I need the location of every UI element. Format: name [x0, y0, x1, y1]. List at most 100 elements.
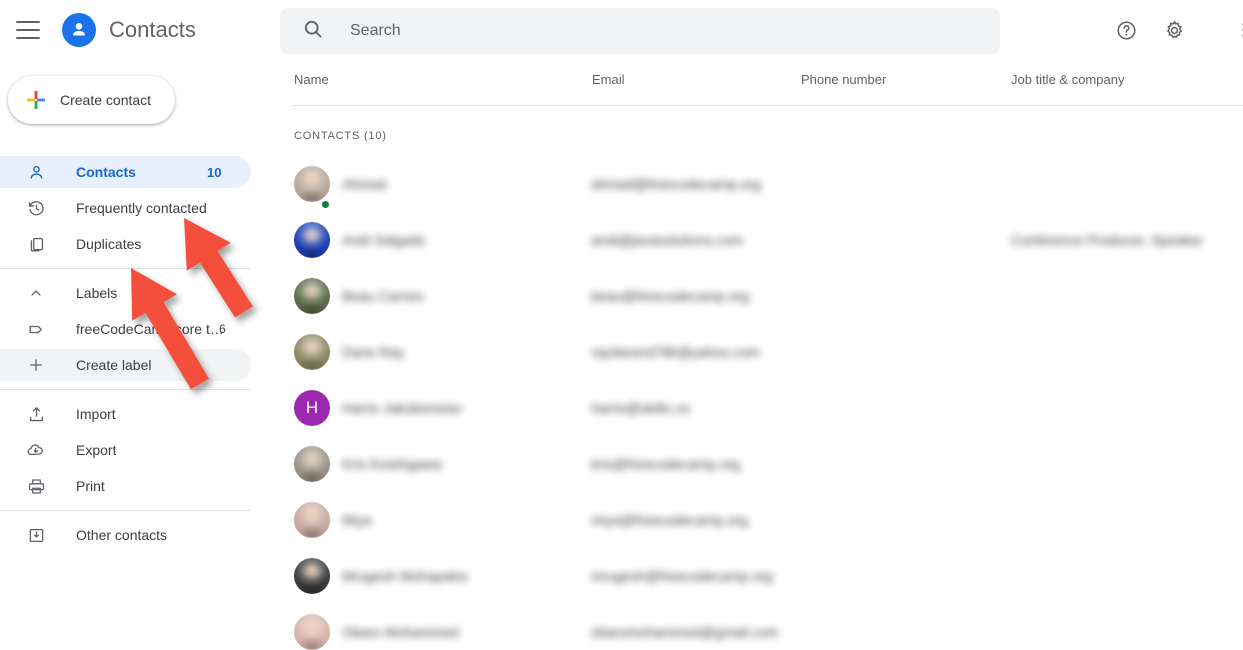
sidebar-labels-toggle[interactable]: Labels [0, 277, 251, 309]
contact-email: ahmad@freecodecamp.org [591, 176, 761, 192]
contact-email: harris@skillo.co [591, 400, 691, 416]
help-icon[interactable] [1112, 16, 1140, 44]
plus-icon [27, 91, 45, 109]
sidebar-labels-label: Labels [76, 285, 118, 301]
app-brand[interactable]: Contacts [62, 13, 196, 47]
create-contact-label: Create contact [60, 92, 152, 108]
table-row[interactable]: Ahmad ahmad@freecodecamp.org [276, 156, 1243, 212]
column-header-phone[interactable]: Phone number [801, 72, 886, 87]
sidebar-nav-list: Contacts 10 Frequently contacted Duplica… [0, 152, 276, 555]
avatar-photo [294, 278, 330, 314]
import-upload-icon [26, 404, 46, 424]
contact-email: raydanerd786@yahoo.com [591, 344, 761, 360]
avatar[interactable] [294, 502, 330, 538]
sidebar-item-contacts[interactable]: Contacts 10 [0, 156, 251, 188]
person-outline-icon [26, 162, 46, 182]
sidebar: Contacts Create contact Contacts 10 Freq… [0, 0, 276, 650]
contact-job-title: Conference Producer, Speaker [1011, 232, 1204, 248]
sidebar-item-label: Duplicates [76, 236, 142, 252]
contact-email: kris@freecodecamp.org [591, 456, 740, 472]
app-title: Contacts [109, 17, 196, 42]
sidebar-item-label-freecodecamp[interactable]: freeCodeCamp core t… 6 [0, 313, 251, 345]
more-vert-icon[interactable] [1230, 16, 1243, 44]
search-input[interactable] [350, 22, 950, 40]
sidebar-item-label: Create label [76, 357, 152, 373]
avatar[interactable] [294, 558, 330, 594]
avatar[interactable]: H [294, 390, 330, 426]
avatar[interactable] [294, 614, 330, 650]
column-header-email[interactable]: Email [592, 72, 625, 87]
avatar[interactable] [294, 446, 330, 482]
sidebar-item-label: Print [76, 478, 105, 494]
gear-icon[interactable] [1160, 16, 1188, 44]
table-row[interactable]: Mrugesh Mohapatra mrugesh@freecodecamp.or… [276, 548, 1243, 604]
printer-icon [26, 476, 46, 496]
sidebar-item-label: Export [76, 442, 117, 458]
avatar[interactable] [294, 222, 330, 258]
avatar-photo [294, 166, 330, 202]
avatar-photo [294, 502, 330, 538]
contact-name: Obaro Mohammed [342, 624, 459, 640]
contact-email: mrugesh@freecodecamp.org [591, 568, 773, 584]
chevron-up-icon [26, 283, 46, 303]
table-row[interactable]: Miya miya@freecodecamp.org [276, 492, 1243, 548]
avatar-photo [294, 334, 330, 370]
table-row[interactable]: Andi Salgado andi@javasolutions.com Confer… [276, 212, 1243, 268]
export-cloud-download-icon [26, 440, 46, 460]
sidebar-divider-3 [0, 510, 251, 511]
main-content: Name Email Phone number Job title & comp… [276, 0, 1243, 650]
table-row[interactable]: Obaro Mohammed obaromohammed@gmail.com [276, 604, 1243, 650]
presence-status-dot [320, 199, 331, 210]
sidebar-item-count: 10 [207, 164, 222, 180]
contact-name: Mrugesh Mohapatra [342, 568, 468, 584]
sidebar-item-label: Frequently contacted [76, 200, 207, 216]
sidebar-item-label: Other contacts [76, 527, 168, 543]
contact-name: Beau Carnes [342, 288, 424, 304]
sidebar-divider-2 [0, 389, 251, 390]
sidebar-item-create-label[interactable]: Create label [0, 349, 251, 381]
history-clock-icon [26, 198, 46, 218]
contact-email: obaromohammed@gmail.com [591, 624, 779, 640]
avatar[interactable] [294, 334, 330, 370]
table-row[interactable]: Dane Ray raydanerd786@yahoo.com [276, 324, 1243, 380]
avatar-initial: H [294, 390, 330, 426]
contact-name: Kris Koishigawa [342, 456, 442, 472]
sidebar-item-other-contacts[interactable]: Other contacts [0, 519, 251, 551]
appbar-left-section: Contacts [0, 0, 276, 60]
sidebar-item-label: Import [76, 406, 116, 422]
search-bar[interactable] [280, 8, 1000, 54]
contacts-person-icon [62, 13, 96, 47]
contact-email: beau@freecodecamp.org [591, 288, 750, 304]
avatar[interactable] [294, 166, 330, 202]
avatar[interactable] [294, 278, 330, 314]
contact-name: Dane Ray [342, 344, 405, 360]
contact-name: Miya [342, 512, 372, 528]
duplicate-copy-icon [26, 234, 46, 254]
contacts-group-header: CONTACTS (10) [294, 130, 387, 142]
other-contacts-box-icon [26, 525, 46, 545]
search-icon [302, 18, 324, 45]
sidebar-item-frequently-contacted[interactable]: Frequently contacted [0, 192, 251, 224]
avatar-photo [294, 222, 330, 258]
contact-name: Andi Salgado [342, 232, 426, 248]
contact-name: Ahmad [342, 176, 387, 192]
table-row[interactable]: Kris Koishigawa kris@freecodecamp.org [276, 436, 1243, 492]
sidebar-item-label: Contacts [76, 164, 136, 180]
sidebar-label-name: freeCodeCamp core t… [76, 321, 224, 337]
create-contact-button[interactable]: Create contact [8, 76, 175, 124]
contact-email: miya@freecodecamp.org [591, 512, 748, 528]
contact-email: andi@javasolutions.com [591, 232, 743, 248]
column-header-job[interactable]: Job title & company [1011, 72, 1124, 87]
sidebar-item-print[interactable]: Print [0, 470, 251, 502]
table-row[interactable]: H Harris Jakobsmeier harris@skillo.co [276, 380, 1243, 436]
hamburger-menu-icon[interactable] [16, 21, 40, 39]
contacts-app-window: Contacts Create contact Contacts 10 Freq… [0, 0, 1243, 650]
avatar-photo [294, 614, 330, 650]
table-row[interactable]: Beau Carnes beau@freecodecamp.org [276, 268, 1243, 324]
sidebar-item-export[interactable]: Export [0, 434, 251, 466]
column-header-name[interactable]: Name [294, 72, 329, 87]
sidebar-item-duplicates[interactable]: Duplicates [0, 228, 251, 260]
sidebar-label-count: 6 [219, 322, 226, 336]
plus-icon [26, 355, 46, 375]
sidebar-item-import[interactable]: Import [0, 398, 251, 430]
